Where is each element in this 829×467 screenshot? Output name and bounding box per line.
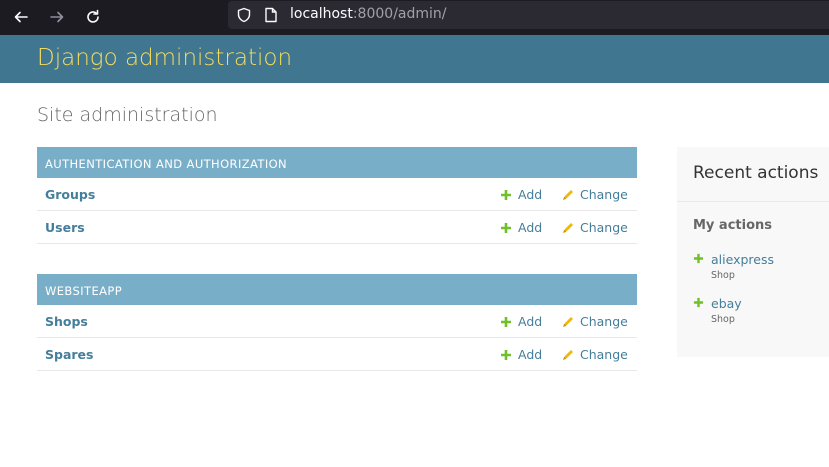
model-link-users[interactable]: Users: [45, 220, 85, 235]
url-text[interactable]: localhost:8000/admin/: [290, 6, 447, 22]
arrow-right-icon: [50, 11, 64, 23]
forward-button[interactable]: [44, 4, 70, 30]
site-brand-link[interactable]: Django administration: [37, 45, 292, 71]
recent-action-type: Shop: [711, 314, 735, 325]
plus-icon: [501, 349, 511, 360]
plus-icon: [693, 297, 704, 308]
model-row-shops: Shops Add Change: [37, 305, 637, 338]
change-groups-button[interactable]: Change: [562, 187, 628, 202]
add-users-button[interactable]: Add: [500, 220, 542, 235]
model-link-spares[interactable]: Spares: [45, 347, 93, 362]
pencil-icon: [563, 316, 573, 327]
plus-icon: [693, 253, 704, 264]
pencil-icon: [563, 189, 573, 200]
plus-icon: [501, 222, 511, 233]
recent-action-link[interactable]: ebay: [711, 296, 742, 311]
add-shops-button[interactable]: Add: [500, 314, 542, 329]
recent-action-type: Shop: [711, 270, 735, 281]
divider: [677, 201, 829, 202]
module-websiteapp: WEBSITEAPP Shops Add Change Spares Add C…: [37, 274, 637, 371]
change-shops-button[interactable]: Change: [562, 314, 628, 329]
model-row-users: Users Add Change: [37, 211, 637, 244]
url-bar[interactable]: localhost:8000/admin/: [228, 1, 829, 29]
model-row-spares: Spares Add Change: [37, 338, 637, 371]
pencil-icon: [563, 349, 573, 360]
browser-toolbar: localhost:8000/admin/: [0, 0, 829, 35]
reload-icon: [87, 9, 99, 23]
module-caption[interactable]: AUTHENTICATION AND AUTHORIZATION: [37, 147, 637, 178]
model-row-groups: Groups Add Change: [37, 178, 637, 211]
site-header: Django administration: [0, 35, 829, 83]
recent-action-link[interactable]: aliexpress: [711, 252, 774, 267]
page-icon[interactable]: [264, 7, 278, 23]
recent-actions-title: Recent actions: [693, 163, 819, 183]
my-actions-heading: My actions: [693, 218, 773, 233]
shield-icon[interactable]: [236, 7, 252, 23]
plus-icon: [501, 189, 511, 200]
module-caption[interactable]: WEBSITEAPP: [37, 274, 637, 305]
module-auth: AUTHENTICATION AND AUTHORIZATION Groups …: [37, 147, 637, 244]
recent-actions-panel: Recent actions My actions aliexpress Sho…: [677, 147, 829, 357]
reload-button[interactable]: [80, 4, 106, 30]
page-title: Site administration: [37, 104, 218, 126]
model-link-groups[interactable]: Groups: [45, 187, 95, 202]
back-button[interactable]: [8, 4, 34, 30]
arrow-left-icon: [14, 11, 28, 23]
add-spares-button[interactable]: Add: [500, 347, 542, 362]
change-users-button[interactable]: Change: [562, 220, 628, 235]
plus-icon: [501, 316, 511, 327]
pencil-icon: [563, 222, 573, 233]
add-groups-button[interactable]: Add: [500, 187, 542, 202]
model-link-shops[interactable]: Shops: [45, 314, 88, 329]
change-spares-button[interactable]: Change: [562, 347, 628, 362]
